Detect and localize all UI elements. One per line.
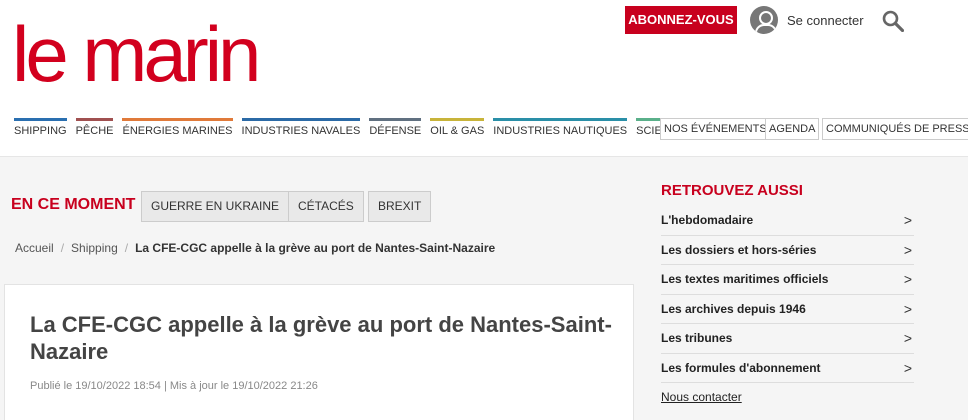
subscribe-button[interactable]: ABONNEZ-VOUS [625, 6, 737, 34]
sidebar-item-label: L'hebdomadaire [661, 213, 754, 228]
moment-label: EN CE MOMENT [11, 196, 136, 213]
sidebar-item-label: Les formules d'abonnement [661, 360, 821, 375]
communiques-link[interactable]: COMMUNIQUÉS DE PRESSE [822, 118, 968, 140]
chevron-right-icon: > [903, 271, 912, 288]
sidebar-item-archives[interactable]: Les archives depuis 1946 > [661, 295, 914, 324]
site-header: le marin ABONNEZ-VOUS Se connecter SHIPP… [0, 0, 968, 157]
site-logo[interactable]: le marin [12, 14, 261, 94]
tag-cetaces[interactable]: CÉTACÉS [288, 191, 364, 222]
search-icon[interactable] [882, 10, 904, 32]
chevron-right-icon: > [903, 241, 912, 258]
chevron-right-icon: > [903, 330, 912, 347]
sidebar-list: L'hebdomadaire > Les dossiers et hors-sér… [661, 206, 914, 383]
chevron-right-icon: > [903, 359, 912, 376]
tag-brexit[interactable]: BREXIT [368, 191, 432, 222]
login-label: Se connecter [787, 12, 864, 28]
sidebar-item-tribunes[interactable]: Les tribunes > [661, 324, 914, 354]
page: le marin ABONNEZ-VOUS Se connecter SHIPP… [0, 0, 968, 420]
nav-item-industries-nautiques[interactable]: INDUSTRIES NAUTIQUES [493, 118, 628, 138]
breadcrumb-home[interactable]: Accueil [15, 241, 54, 255]
contact-link[interactable]: Nous contacter [661, 390, 742, 404]
breadcrumb-shipping[interactable]: Shipping [71, 241, 118, 255]
sidebar-item-abonnement[interactable]: Les formules d'abonnement > [661, 354, 914, 383]
sidebar-item-dossiers[interactable]: Les dossiers et hors-séries > [661, 236, 914, 265]
agenda-link[interactable]: AGENDA [765, 118, 820, 140]
article-title: La CFE-CGC appelle à la grève au port de… [30, 312, 612, 364]
nos-evenements-link[interactable]: NOS ÉVÉNEMENTS [660, 118, 771, 140]
article-card: La CFE-CGC appelle à la grève au port de… [4, 284, 634, 420]
chevron-right-icon: > [903, 212, 912, 229]
main-nav: SHIPPING PÊCHE ÉNERGIES MARINES INDUSTRI… [14, 118, 701, 138]
nav-item-energies-marines[interactable]: ÉNERGIES MARINES [122, 118, 233, 138]
login-link[interactable]: Se connecter [750, 6, 864, 34]
tag-ukraine[interactable]: GUERRE EN UKRAINE [141, 191, 290, 222]
nav-item-peche[interactable]: PÊCHE [75, 118, 114, 138]
nav-item-shipping[interactable]: SHIPPING [14, 118, 67, 138]
breadcrumb-current: La CFE-CGC appelle à la grève au port de… [135, 241, 496, 255]
sidebar-item-label: Les dossiers et hors-séries [661, 242, 817, 257]
sidebar-item-label: Les textes maritimes officiels [661, 272, 829, 287]
sidebar-item-label: Les tribunes [661, 331, 733, 346]
logo-text: le marin [12, 10, 261, 98]
nav-item-oil-gas[interactable]: OIL & GAS [430, 118, 485, 138]
breadcrumb-separator: / [60, 241, 65, 255]
article-meta: Publié le 19/10/2022 18:54 | Mis à jour … [30, 380, 318, 392]
sidebar-item-textes[interactable]: Les textes maritimes officiels > [661, 265, 914, 295]
sidebar-title: RETROUVEZ AUSSI [661, 182, 803, 199]
sidebar-item-hebdomadaire[interactable]: L'hebdomadaire > [661, 206, 914, 236]
sidebar-item-label: Les archives depuis 1946 [661, 301, 806, 316]
user-icon [750, 6, 778, 34]
breadcrumb: Accueil / Shipping / La CFE-CGC appelle … [15, 241, 495, 255]
chevron-right-icon: > [903, 300, 912, 317]
nav-item-defense[interactable]: DÉFENSE [369, 118, 422, 138]
nav-item-industries-navales[interactable]: INDUSTRIES NAVALES [241, 118, 361, 138]
breadcrumb-separator: / [124, 241, 129, 255]
